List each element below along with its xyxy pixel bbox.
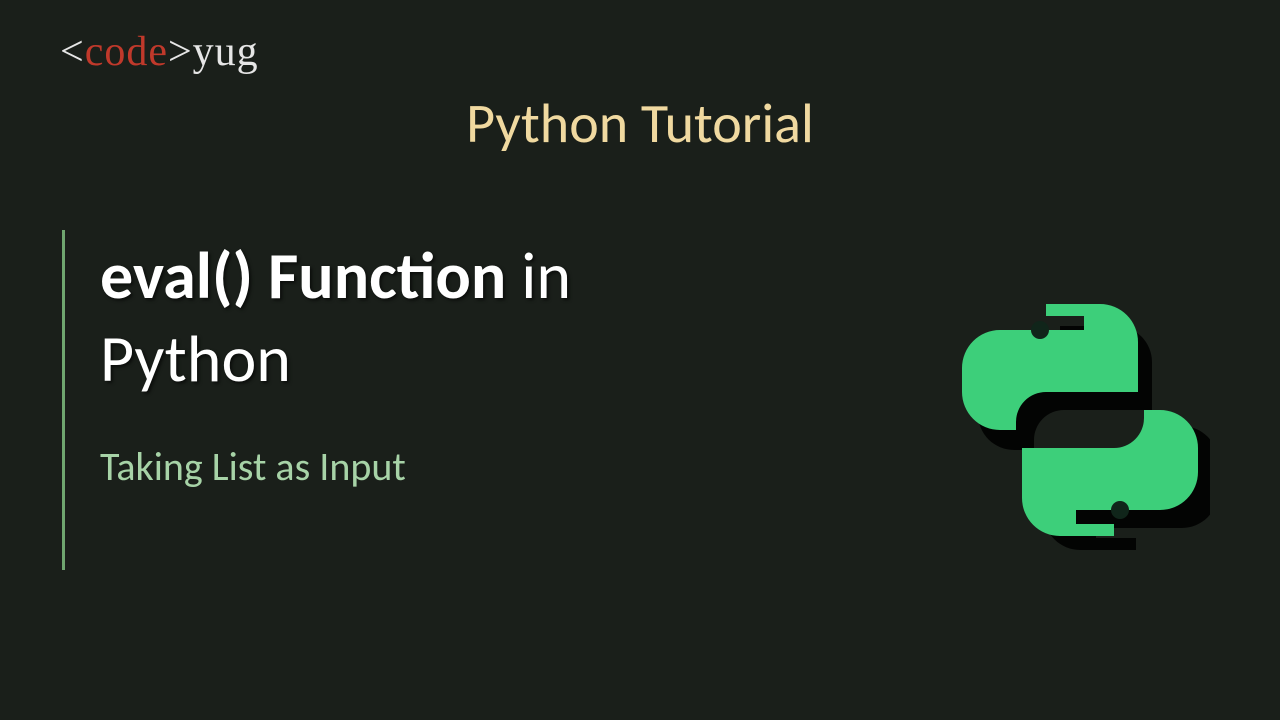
topic-subtitle: Taking List as Input bbox=[100, 442, 820, 491]
topic-title: eval() Function in bbox=[100, 235, 820, 318]
page-header: Python Tutorial bbox=[0, 90, 1280, 158]
logo-suffix: yug bbox=[193, 29, 259, 75]
topic-title-bold: eval() Function bbox=[100, 235, 506, 316]
logo-code-text: code bbox=[85, 29, 168, 75]
topic-title-rest: in bbox=[506, 235, 571, 316]
python-logo-icon bbox=[950, 290, 1210, 550]
logo-open-angle: < bbox=[60, 29, 85, 75]
main-content: eval() Function in Python Taking List as… bbox=[100, 235, 820, 491]
topic-title-line2: Python bbox=[100, 318, 820, 401]
logo-close-angle: > bbox=[168, 29, 193, 75]
accent-bar bbox=[62, 230, 65, 570]
brand-logo: <code>yug bbox=[60, 28, 259, 76]
